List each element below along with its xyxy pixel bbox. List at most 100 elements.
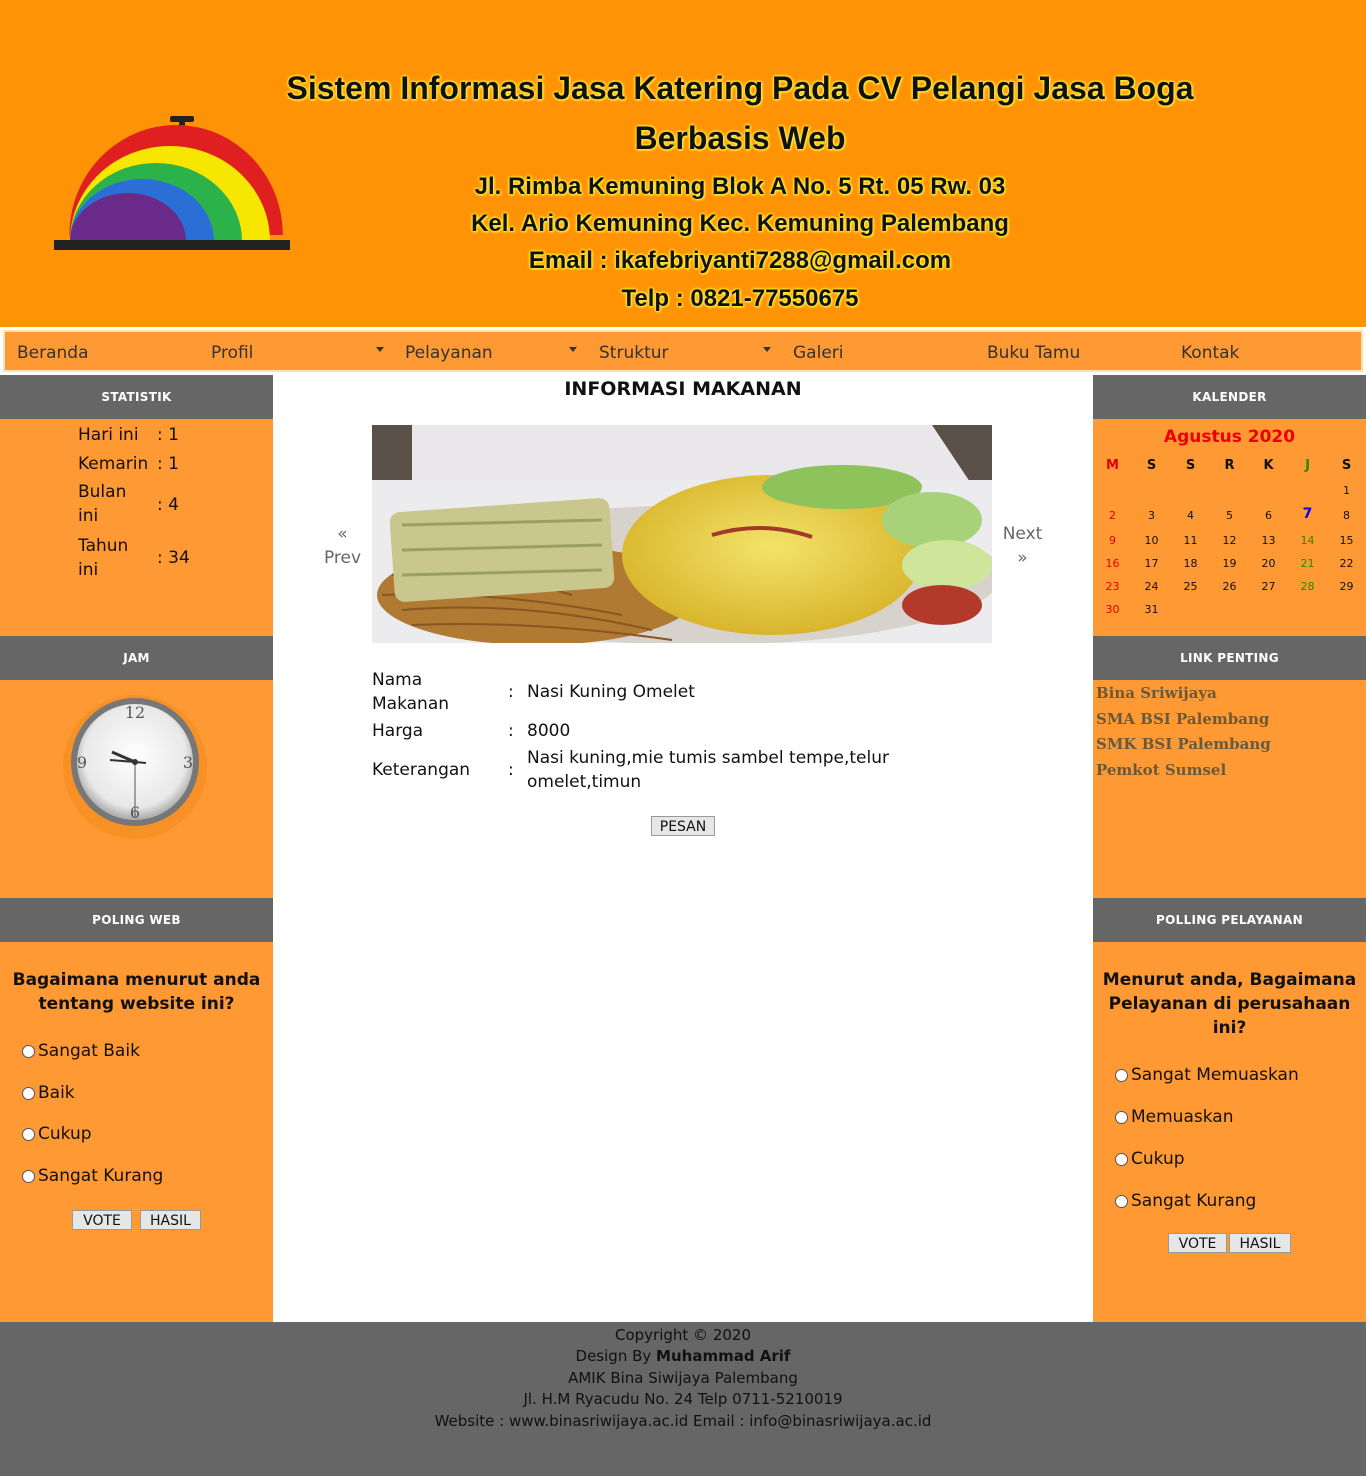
calendar-day[interactable]: 10: [1132, 534, 1171, 547]
nav-item-beranda[interactable]: Beranda: [17, 332, 89, 370]
result-button[interactable]: HASIL: [1229, 1233, 1291, 1253]
nav-item-profil[interactable]: Profil: [211, 332, 253, 370]
calendar-day-header: S: [1185, 458, 1196, 473]
calendar-day[interactable]: 20: [1249, 557, 1288, 570]
address-line-2: Kel. Ario Kemuning Kec. Kemuning Palemba…: [471, 210, 1009, 237]
calendar-day[interactable]: 12: [1210, 534, 1249, 547]
footer-contact: Website : www.binasriwijaya.ac.id Email …: [434, 1412, 932, 1430]
calendar-day[interactable]: 1: [1327, 484, 1366, 497]
keterangan-value: Nasi kuning,mie tumis sambel tempe,telur…: [527, 748, 889, 792]
radio-button[interactable]: [1115, 1068, 1128, 1082]
link-bina-sriwijaya[interactable]: Bina Sriwijaya: [1096, 684, 1217, 702]
calendar-day[interactable]: 30: [1093, 603, 1132, 616]
poll-option[interactable]: Sangat Kurang: [22, 1166, 163, 1186]
nama-label: Nama: [372, 670, 423, 690]
calendar-day[interactable]: 22: [1327, 557, 1366, 570]
stat-label-tahun-2: ini: [78, 560, 99, 580]
radio-button[interactable]: [22, 1086, 35, 1100]
poll-question-3: ini?: [1212, 1018, 1247, 1038]
poling-web-header: POLING WEB: [0, 898, 273, 942]
poll-option[interactable]: Sangat Baik: [22, 1041, 140, 1061]
calendar-day[interactable]: 17: [1132, 557, 1171, 570]
calendar-day[interactable]: 27: [1249, 580, 1288, 593]
poll-option[interactable]: Cukup: [1115, 1149, 1185, 1169]
poll-option[interactable]: Sangat Kurang: [1115, 1191, 1256, 1211]
link-sma-bsi[interactable]: SMA BSI Palembang: [1096, 710, 1269, 728]
radio-button[interactable]: [1115, 1194, 1128, 1208]
calendar-day[interactable]: 14: [1288, 534, 1327, 547]
harga-value: 8000: [527, 721, 571, 741]
poll-option[interactable]: Cukup: [22, 1124, 92, 1144]
header-phone: Telp : 0821-77550675: [621, 285, 859, 312]
footer-institution: AMIK Bina Siwijaya Palembang: [568, 1369, 798, 1387]
colon: :: [508, 721, 514, 741]
calendar-day[interactable]: 6: [1249, 509, 1288, 522]
jam-header: JAM: [0, 636, 273, 680]
calendar-day[interactable]: 2: [1093, 509, 1132, 522]
harga-label: Harga: [372, 721, 424, 741]
calendar-day[interactable]: 3: [1132, 509, 1171, 522]
pesan-button[interactable]: PESAN: [651, 816, 715, 836]
calendar-day[interactable]: 21: [1288, 557, 1327, 570]
footer-designer: Muhammad Arif: [656, 1347, 791, 1365]
prev-arrow-icon: «: [337, 524, 348, 544]
site-header: Sistem Informasi Jasa Katering Pada CV P…: [0, 0, 1366, 327]
calendar-day[interactable]: 9: [1093, 534, 1132, 547]
nama-label-2: Makanan: [372, 694, 450, 714]
calendar-day[interactable]: 23: [1093, 580, 1132, 593]
radio-button[interactable]: [1115, 1152, 1128, 1166]
chevron-down-icon[interactable]: [569, 347, 577, 352]
vote-button[interactable]: VOTE: [72, 1210, 132, 1230]
stat-value-bulan: : 4: [157, 495, 179, 515]
stat-label-hari-ini: Hari ini: [78, 425, 139, 445]
calendar-day-header: K: [1263, 458, 1274, 473]
poll-option[interactable]: Baik: [22, 1083, 75, 1103]
link-penting-header: LINK PENTING: [1093, 636, 1366, 680]
calendar-day[interactable]: 4: [1171, 509, 1210, 522]
keterangan-label: Keterangan: [372, 760, 471, 780]
next-button[interactable]: Next »: [995, 522, 1050, 570]
calendar-day[interactable]: 24: [1132, 580, 1171, 593]
calendar-day-header: S: [1341, 458, 1352, 473]
radio-button[interactable]: [22, 1044, 35, 1058]
calendar-month: Agustus 2020: [1163, 427, 1296, 447]
calendar-day[interactable]: 18: [1171, 557, 1210, 570]
link-pemkot-sumsel[interactable]: Pemkot Sumsel: [1096, 761, 1226, 779]
result-button[interactable]: HASIL: [140, 1210, 201, 1230]
nav-item-galeri[interactable]: Galeri: [793, 332, 844, 370]
radio-button[interactable]: [22, 1127, 35, 1141]
left-sidebar: STATISTIK Hari ini : 1 Kemarin : 1 Bulan…: [0, 375, 273, 1322]
calendar-day[interactable]: 16: [1093, 557, 1132, 570]
calendar-day[interactable]: 26: [1210, 580, 1249, 593]
clock-numeral-12: 12: [125, 703, 145, 722]
calendar-day[interactable]: 29: [1327, 580, 1366, 593]
nasi-kuning-photo: [372, 425, 992, 643]
calendar-day[interactable]: 7: [1288, 506, 1327, 522]
link-smk-bsi[interactable]: SMK BSI Palembang: [1096, 735, 1271, 753]
nav-item-kontak[interactable]: Kontak: [1181, 332, 1239, 370]
calendar-day[interactable]: 8: [1327, 509, 1366, 522]
nav-item-buku-tamu[interactable]: Buku Tamu: [987, 332, 1080, 370]
radio-button[interactable]: [1115, 1110, 1128, 1124]
chevron-down-icon[interactable]: [763, 347, 771, 352]
poll-option[interactable]: Memuaskan: [1115, 1107, 1233, 1127]
stat-value-kemarin: : 1: [157, 454, 179, 474]
calendar-day[interactable]: 31: [1132, 603, 1171, 616]
nav-item-struktur[interactable]: Struktur: [599, 332, 669, 370]
calendar-day-header: R: [1224, 458, 1235, 473]
calendar-day[interactable]: 28: [1288, 580, 1327, 593]
prev-button[interactable]: « Prev: [315, 522, 370, 570]
calendar-day[interactable]: 5: [1210, 509, 1249, 522]
vote-button[interactable]: VOTE: [1168, 1233, 1227, 1253]
radio-button[interactable]: [22, 1169, 35, 1183]
poll-question: Menurut anda, Bagaimana: [1102, 970, 1357, 990]
stat-label-tahun: Tahun: [78, 536, 129, 556]
chevron-down-icon[interactable]: [376, 347, 384, 352]
calendar-day[interactable]: 11: [1171, 534, 1210, 547]
poll-option[interactable]: Sangat Memuaskan: [1115, 1065, 1299, 1085]
calendar-day[interactable]: 13: [1249, 534, 1288, 547]
calendar-day[interactable]: 15: [1327, 534, 1366, 547]
calendar-day[interactable]: 25: [1171, 580, 1210, 593]
calendar-day[interactable]: 19: [1210, 557, 1249, 570]
nav-item-pelayanan[interactable]: Pelayanan: [405, 332, 493, 370]
